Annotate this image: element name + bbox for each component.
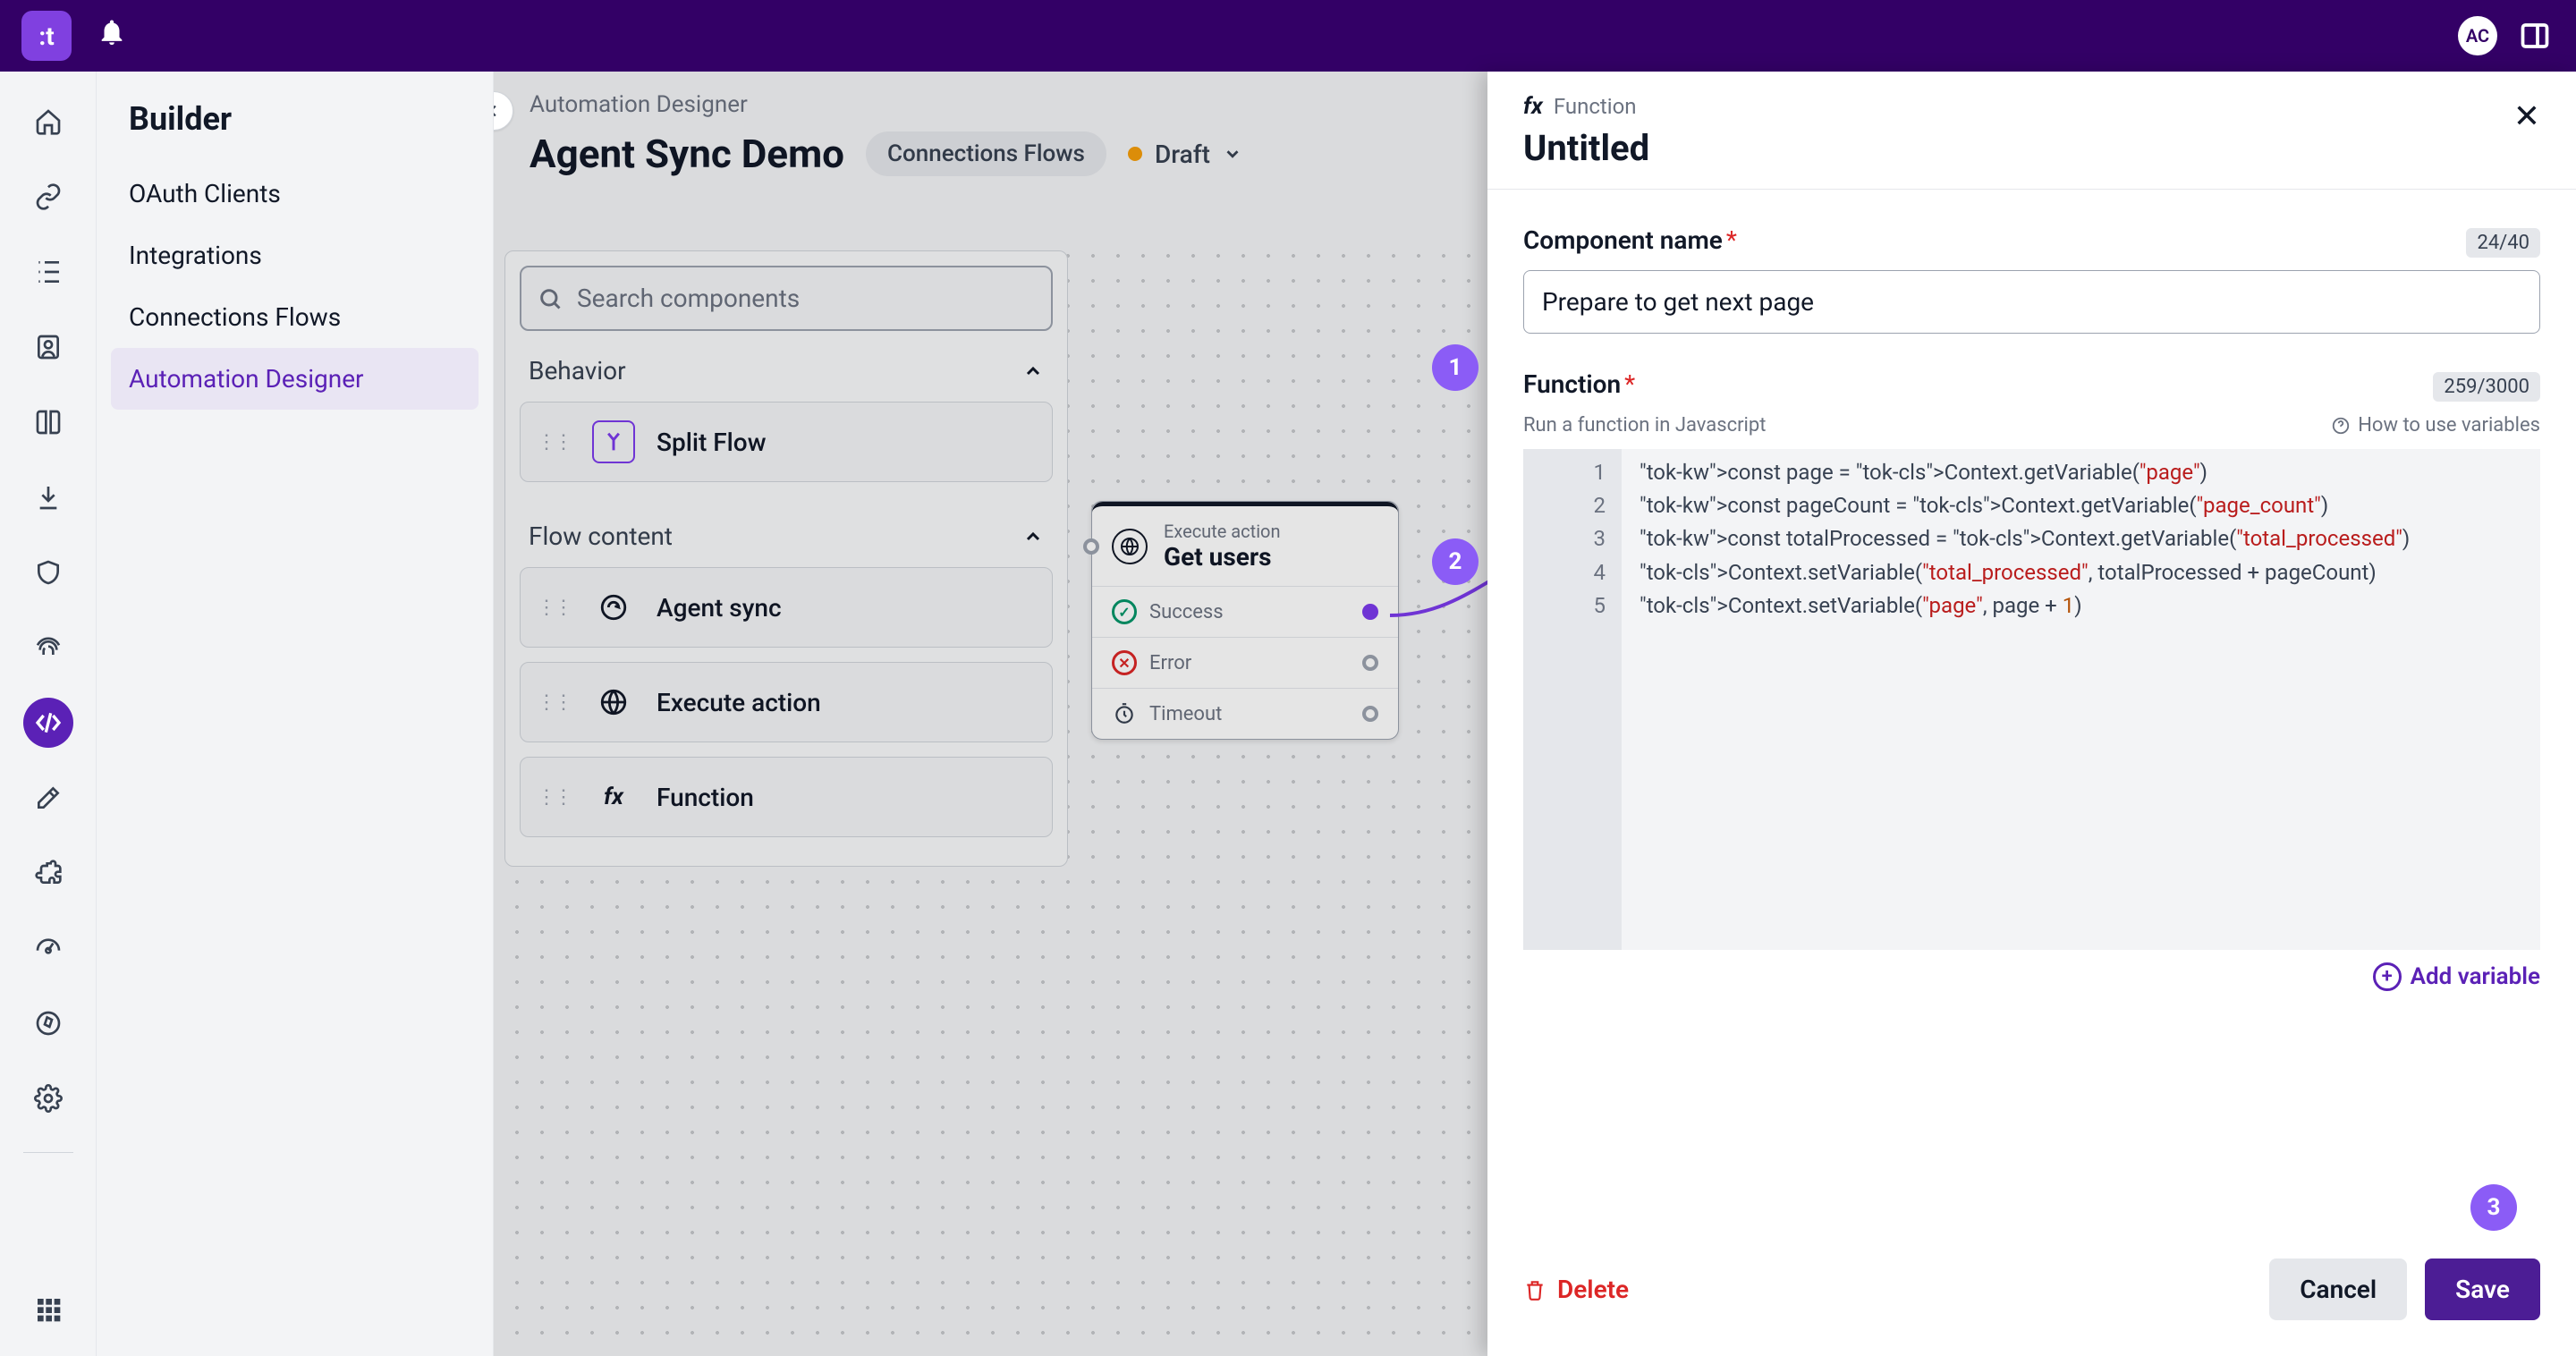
cancel-button[interactable]: Cancel <box>2269 1259 2407 1320</box>
panel-type-label: Function <box>1554 94 1637 119</box>
code-content[interactable]: "tok-kw">const page = "tok-cls">Context.… <box>1622 449 2540 950</box>
help-link[interactable]: How to use variables <box>2331 414 2540 436</box>
rail-fingerprint-icon[interactable] <box>23 623 73 673</box>
rail-link-icon[interactable] <box>23 172 73 222</box>
fx-icon: fx <box>1523 93 1543 120</box>
notifications-icon[interactable] <box>97 17 127 55</box>
add-variable-button[interactable]: + Add variable <box>2373 962 2540 991</box>
field-sub: Run a function in Javascript <box>1523 414 1766 436</box>
help-icon <box>2331 416 2351 436</box>
sidebar-item-connections-flows[interactable]: Connections Flows <box>111 286 479 348</box>
panel-title: Untitled <box>1523 127 1649 169</box>
trash-icon <box>1523 1278 1546 1301</box>
avatar[interactable]: AC <box>2458 16 2497 55</box>
save-button[interactable]: Save <box>2425 1259 2540 1320</box>
field-label: Component name <box>1523 225 1723 255</box>
rail-settings-icon[interactable] <box>23 1073 73 1123</box>
field-function: Function * 259/3000 Run a function in Ja… <box>1523 369 2540 991</box>
sidebar-item-oauth-clients[interactable]: OAuth Clients <box>111 163 479 225</box>
annotation-2: 2 <box>1432 538 1479 585</box>
char-counter: 24/40 <box>2466 228 2540 258</box>
add-variable-label: Add variable <box>2411 963 2540 990</box>
app-logo[interactable]: :t <box>21 11 72 61</box>
required-star: * <box>1726 225 1737 255</box>
plus-icon: + <box>2373 962 2402 991</box>
rail-list-icon[interactable] <box>23 247 73 297</box>
required-star: * <box>1624 369 1635 399</box>
rail-gauge-icon[interactable] <box>23 923 73 973</box>
delete-label: Delete <box>1557 1275 1629 1304</box>
field-component-name: Component name * 24/40 <box>1523 225 2540 334</box>
sidebar-item-automation-designer[interactable]: Automation Designer <box>111 348 479 410</box>
rail-download-icon[interactable] <box>23 472 73 522</box>
annotation-1: 1 <box>1432 344 1479 391</box>
rail-book-icon[interactable] <box>23 397 73 447</box>
code-editor[interactable]: 12345 "tok-kw">const page = "tok-cls">Co… <box>1523 449 2540 950</box>
top-bar: :t AC <box>0 0 2576 72</box>
rail-shield-icon[interactable] <box>23 547 73 597</box>
code-gutter: 12345 <box>1523 449 1622 950</box>
annotation-3: 3 <box>2470 1184 2517 1231</box>
rail-code-icon[interactable] <box>23 698 73 748</box>
sidebar-item-integrations[interactable]: Integrations <box>111 225 479 286</box>
rail-puzzle-icon[interactable] <box>23 848 73 898</box>
sidebar-title: Builder <box>111 93 479 163</box>
rail-edit-icon[interactable] <box>23 773 73 823</box>
component-name-input[interactable] <box>1523 270 2540 334</box>
right-panel-toggle-icon[interactable] <box>2515 16 2555 55</box>
sidebar: Builder OAuth Clients Integrations Conne… <box>97 72 494 1356</box>
close-button[interactable]: ✕ <box>2513 93 2540 132</box>
char-counter: 259/3000 <box>2433 372 2540 402</box>
side-panel: fx Function Untitled ✕ Component name * … <box>1487 72 2576 1356</box>
field-label: Function <box>1523 369 1621 399</box>
help-link-label: How to use variables <box>2358 414 2540 436</box>
icon-rail <box>0 72 97 1356</box>
rail-compass-icon[interactable] <box>23 998 73 1048</box>
rail-contacts-icon[interactable] <box>23 322 73 372</box>
delete-button[interactable]: Delete <box>1523 1275 1629 1304</box>
rail-home-icon[interactable] <box>23 97 73 147</box>
rail-apps-icon[interactable] <box>23 1284 73 1335</box>
